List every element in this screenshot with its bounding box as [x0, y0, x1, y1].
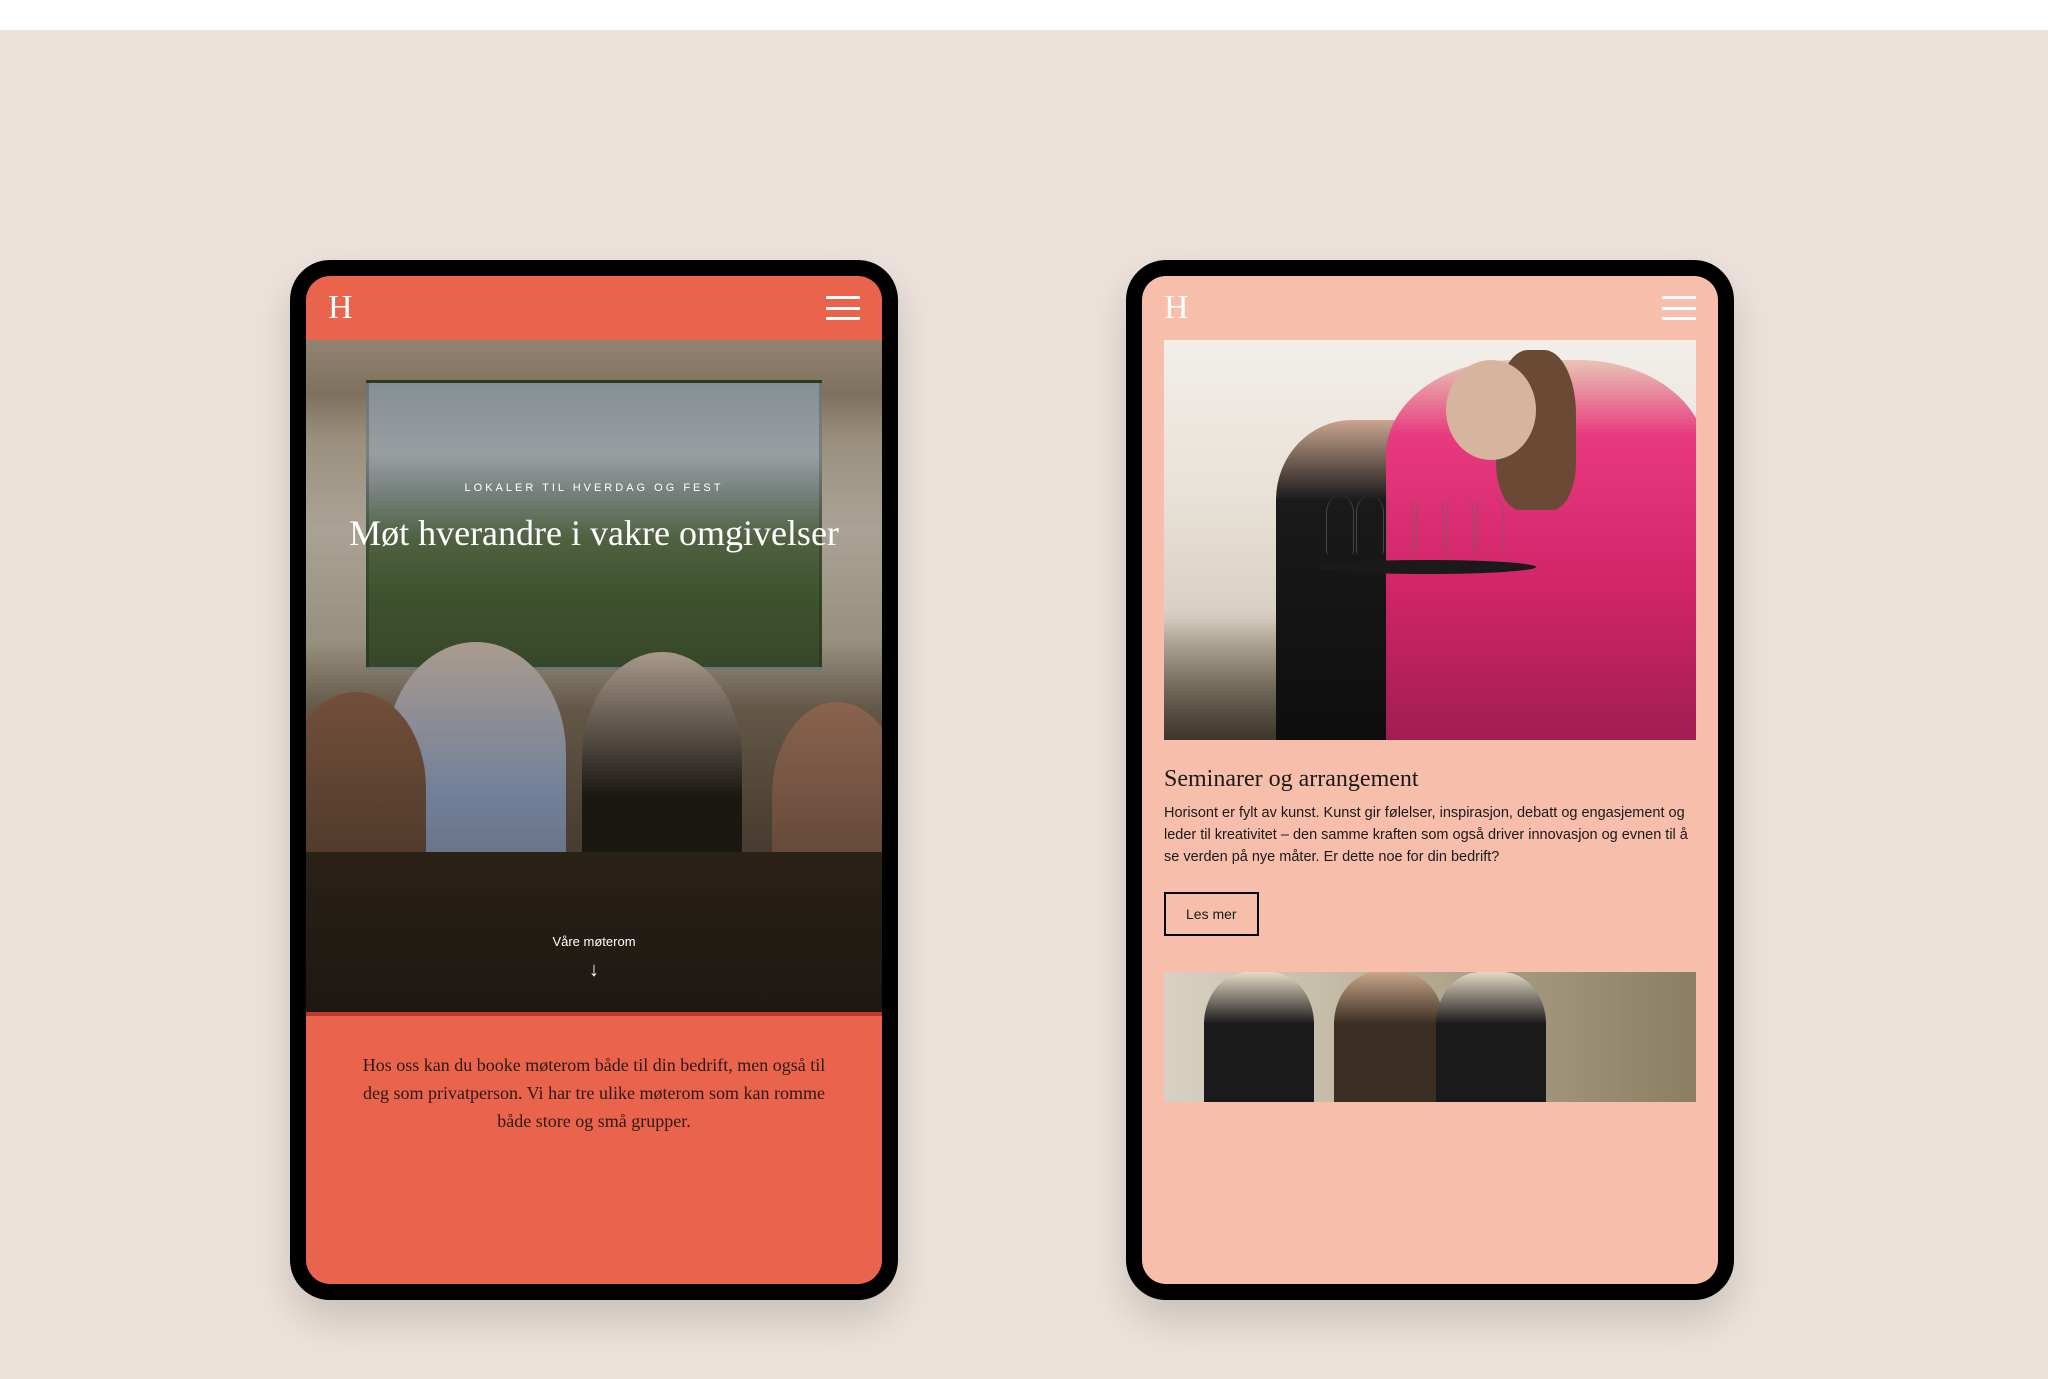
topbar-right	[1142, 276, 1718, 340]
hamburger-menu-icon[interactable]	[1662, 296, 1696, 320]
arrow-down-icon: ↓	[306, 959, 882, 982]
hero-eyebrow: LOKALER TIL HVERDAG OG FEST	[336, 482, 852, 494]
photo-person	[1334, 972, 1444, 1102]
photo-head	[1446, 360, 1536, 460]
photo-person	[1204, 972, 1314, 1102]
topbar-left	[306, 276, 882, 340]
logo-icon[interactable]	[1164, 289, 1190, 327]
hero-section: LOKALER TIL HVERDAG OG FEST Møt hverandr…	[306, 340, 882, 1012]
hero-text-block: LOKALER TIL HVERDAG OG FEST Møt hverandr…	[306, 482, 882, 555]
logo-icon[interactable]	[328, 289, 354, 327]
card-photo-second	[1164, 972, 1696, 1102]
right-content: Seminarer og arrangement Horisont er fyl…	[1142, 340, 1718, 1102]
photo-glasses	[1326, 475, 1526, 565]
hero-headline: Møt hverandre i vakre omgivelser	[336, 512, 852, 555]
scroll-cue[interactable]: Våre møterom ↓	[306, 934, 882, 982]
card-title: Seminarer og arrangement	[1164, 766, 1696, 793]
card-body: Horisont er fylt av kunst. Kunst gir føl…	[1164, 803, 1696, 868]
read-more-button[interactable]: Les mer	[1164, 892, 1259, 936]
tablet-device-right: Seminarer og arrangement Horisont er fyl…	[1126, 260, 1734, 1300]
card-photo-seminar	[1164, 340, 1696, 740]
intro-text: Hos oss kan du booke møterom både til di…	[354, 1052, 834, 1136]
hamburger-menu-icon[interactable]	[826, 296, 860, 320]
photo-tray	[1316, 560, 1536, 574]
scroll-cue-label: Våre møterom	[306, 934, 882, 949]
intro-block: Hos oss kan du booke møterom både til di…	[306, 1016, 882, 1172]
page-top-whitespace	[0, 0, 2048, 30]
tablet-screen-right: Seminarer og arrangement Horisont er fyl…	[1142, 276, 1718, 1284]
hero-photo	[306, 340, 882, 1012]
tablet-screen-left: LOKALER TIL HVERDAG OG FEST Møt hverandr…	[306, 276, 882, 1284]
tablet-device-left: LOKALER TIL HVERDAG OG FEST Møt hverandr…	[290, 260, 898, 1300]
photo-person	[1436, 972, 1546, 1102]
mockup-stage: LOKALER TIL HVERDAG OG FEST Møt hverandr…	[0, 30, 2048, 1379]
hero-overlay	[306, 340, 882, 1012]
